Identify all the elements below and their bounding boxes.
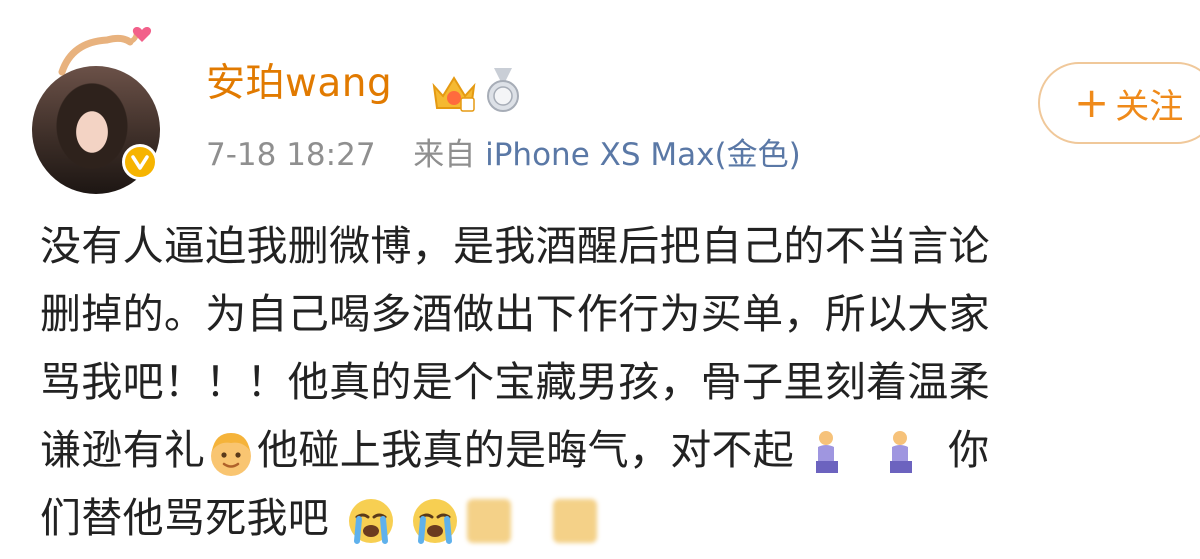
crying-face-emoji-icon [349,499,394,544]
content-segment: 你 [948,426,990,474]
content-line: 删掉的。为自己喝多酒做出下作行为买单，所以大家 [40,290,990,338]
content-segment: 谦逊有礼 [40,426,206,474]
content-segment: 们替他骂死我吧 [40,494,330,542]
follow-label: 关注 [1115,86,1184,127]
kneeling-person-emoji-icon [816,431,839,473]
content-segment: 他碰上我真的是晦气，对不起 [257,426,795,474]
crying-face-emoji-icon [413,499,458,544]
content-line: 没有人逼迫我删微博，是我酒醒后把自己的不当言论 [40,222,990,270]
kneeling-person-emoji-icon [890,431,913,473]
content-line: 骂我吧！！！他真的是个宝藏男孩，骨子里刻着温柔 [40,358,990,406]
username[interactable]: 安珀wang [206,61,392,107]
boy-face-emoji-icon [211,433,252,476]
device-link[interactable]: iPhone XS Max(金色) [485,137,801,173]
blurred-emoji-icon [467,499,512,543]
author-avatar-group[interactable] [32,22,172,194]
post-meta: 7-18 18:27 来自 iPhone XS Max(金色) [206,137,801,174]
plus-icon: + [1074,78,1110,127]
content-line: 们替他骂死我吧 [40,484,1190,552]
verified-icon [122,144,158,180]
crown-vip-icon[interactable] [431,72,477,114]
content-line: 谦逊有礼 他碰上我真的是晦气，对不起 你 [40,416,1190,484]
medal-icon[interactable] [484,66,522,114]
timestamp: 7-18 18:27 [206,137,376,173]
post-content: 没有人逼迫我删微博，是我酒醒后把自己的不当言论 删掉的。为自己喝多酒做出下作行为… [40,212,1190,552]
follow-button[interactable]: + 关注 [1038,62,1200,144]
source-prefix: 来自 [413,137,476,173]
blurred-emoji-icon [553,499,598,543]
